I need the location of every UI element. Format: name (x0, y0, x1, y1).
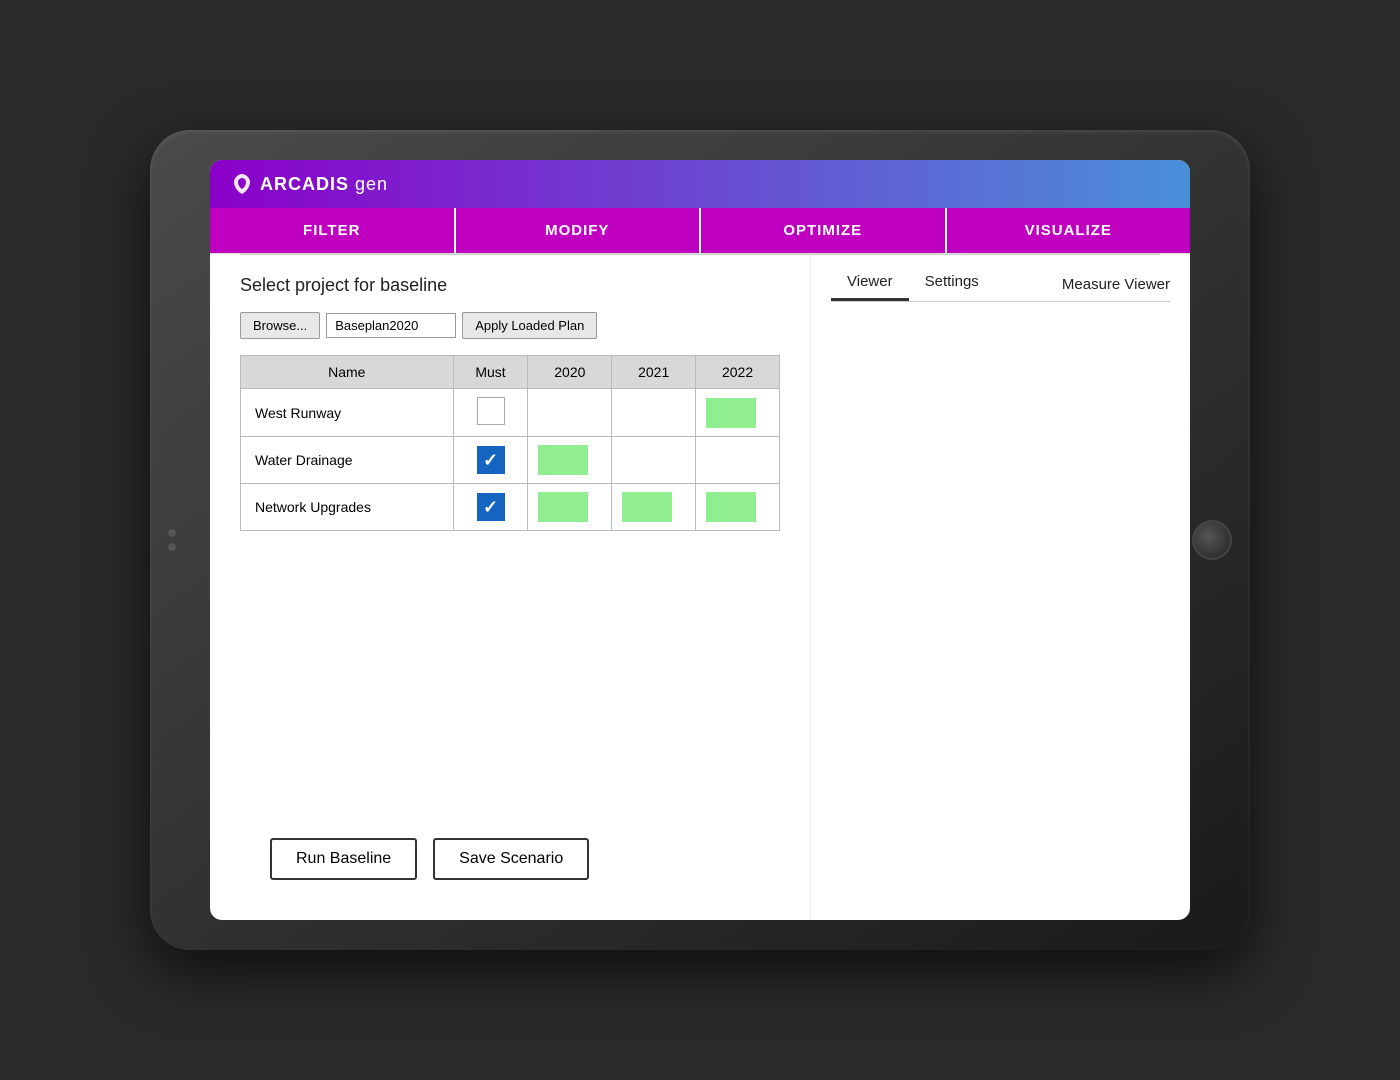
logo-sub-text: gen (355, 174, 388, 195)
checkbox-checked-3[interactable]: ✓ (477, 493, 505, 521)
checkbox-checked-2[interactable]: ✓ (477, 446, 505, 474)
run-baseline-button[interactable]: Run Baseline (270, 838, 417, 880)
tablet-frame: ARCADIS gen FILTER MODIFY OPTIMIZE VISUA… (150, 130, 1250, 950)
tablet-dot-1 (168, 529, 176, 537)
left-panel: Select project for baseline Browse... Ap… (210, 255, 810, 920)
nav-optimize[interactable]: OPTIMIZE (701, 208, 947, 253)
nav-modify[interactable]: MODIFY (456, 208, 702, 253)
must-cell-1[interactable] (453, 389, 528, 437)
year-cell-2-2022[interactable] (696, 437, 780, 484)
file-controls: Browse... Apply Loaded Plan (240, 312, 780, 339)
row-name: Network Upgrades (241, 484, 454, 531)
year-cell-1-2022[interactable] (696, 389, 780, 437)
viewer-tabs: Viewer Settings Measure Viewer (831, 265, 1170, 302)
col-header-2022: 2022 (696, 356, 780, 389)
table-row: Water Drainage ✓ (241, 437, 780, 484)
must-cell-2[interactable]: ✓ (453, 437, 528, 484)
col-header-2021: 2021 (612, 356, 696, 389)
year-cell-2-2020[interactable] (528, 437, 612, 484)
tab-viewer[interactable]: Viewer (831, 265, 909, 301)
year-cell-1-2020[interactable] (528, 389, 612, 437)
year-cell-3-2022[interactable] (696, 484, 780, 531)
nav-bar: FILTER MODIFY OPTIMIZE VISUALIZE (210, 208, 1190, 254)
table-row: Network Upgrades ✓ (241, 484, 780, 531)
tablet-left-buttons (168, 529, 176, 551)
tablet-home-button[interactable] (1192, 520, 1232, 560)
year-cell-3-2021[interactable] (612, 484, 696, 531)
logo-brand-text: ARCADIS (260, 174, 349, 195)
logo-area: ARCADIS gen (230, 172, 388, 196)
tablet-dot-2 (168, 543, 176, 551)
table-row: West Runway (241, 389, 780, 437)
measure-viewer-link[interactable]: Measure Viewer (1062, 268, 1170, 301)
right-panel: Viewer Settings Measure Viewer (810, 255, 1190, 920)
content-area: Select project for baseline Browse... Ap… (210, 255, 1190, 920)
arcadis-logo-icon (230, 172, 254, 196)
year-cell-3-2020[interactable] (528, 484, 612, 531)
year-cell-1-2021[interactable] (612, 389, 696, 437)
must-cell-3[interactable]: ✓ (453, 484, 528, 531)
checkbox-unchecked-1[interactable] (477, 397, 505, 425)
col-header-must: Must (453, 356, 528, 389)
apply-loaded-plan-button[interactable]: Apply Loaded Plan (462, 312, 597, 339)
tab-settings[interactable]: Settings (909, 265, 995, 301)
tablet-screen: ARCADIS gen FILTER MODIFY OPTIMIZE VISUA… (210, 160, 1190, 920)
save-scenario-button[interactable]: Save Scenario (433, 838, 589, 880)
year-cell-2-2021[interactable] (612, 437, 696, 484)
browse-button[interactable]: Browse... (240, 312, 320, 339)
bottom-buttons: Run Baseline Save Scenario (240, 818, 780, 900)
col-header-name: Name (241, 356, 454, 389)
nav-filter[interactable]: FILTER (210, 208, 456, 253)
row-name: West Runway (241, 389, 454, 437)
col-header-2020: 2020 (528, 356, 612, 389)
row-name: Water Drainage (241, 437, 454, 484)
nav-visualize[interactable]: VISUALIZE (947, 208, 1191, 253)
section-title: Select project for baseline (240, 275, 780, 296)
file-input[interactable] (326, 313, 456, 338)
header-bar: ARCADIS gen (210, 160, 1190, 208)
project-table: Name Must 2020 2021 2022 West Runway (240, 355, 780, 531)
